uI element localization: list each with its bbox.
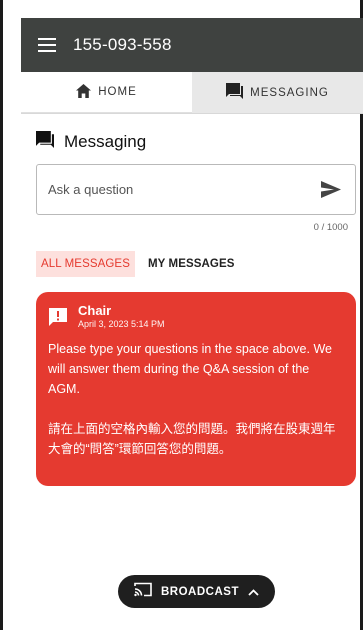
home-icon <box>76 83 92 101</box>
tab-home[interactable]: HOME <box>21 72 192 113</box>
question-input[interactable] <box>48 182 319 197</box>
app-bar: 155-093-558 <box>21 18 363 72</box>
char-counter: 0 / 1000 <box>313 222 348 233</box>
event-id-title: 155-093-558 <box>73 35 172 54</box>
chat-icon <box>226 83 244 102</box>
chat-icon <box>36 131 54 153</box>
page-title: Messaging <box>64 132 147 151</box>
message-text-english: Please type your questions in the space … <box>48 342 332 396</box>
question-field <box>36 164 356 215</box>
announcement-icon <box>48 307 68 327</box>
message-body: Please type your questions in the space … <box>48 339 342 459</box>
message-timestamp: April 3, 2023 5:14 PM <box>78 319 165 329</box>
messaging-heading: Messaging <box>36 131 146 153</box>
tab-home-label: HOME <box>98 86 137 98</box>
message-meta: Chair April 3, 2023 5:14 PM <box>78 304 165 331</box>
hamburger-menu-icon[interactable] <box>21 18 73 72</box>
message-author: Chair <box>78 303 112 318</box>
app-frame: 155-093-558 HOME MESSAGING Messaging 0 /… <box>0 0 363 630</box>
tab-messaging[interactable]: MESSAGING <box>192 72 363 113</box>
message-text-chinese: 請在上面的空格內輸入您的問題。我們將在股東週年大會的“問答”環節回答您的問題。 <box>48 422 336 456</box>
send-icon[interactable] <box>319 178 343 202</box>
message-card: Chair April 3, 2023 5:14 PM Please type … <box>36 292 356 486</box>
broadcast-label: BROADCAST <box>161 585 239 598</box>
message-header: Chair April 3, 2023 5:14 PM <box>48 304 342 331</box>
filter-my-messages[interactable]: MY MESSAGES <box>143 251 240 277</box>
cast-icon <box>134 582 152 602</box>
filter-all-messages[interactable]: ALL MESSAGES <box>36 251 135 277</box>
message-filters: ALL MESSAGES MY MESSAGES <box>36 251 240 277</box>
broadcast-button[interactable]: BROADCAST <box>118 575 275 608</box>
tab-messaging-label: MESSAGING <box>250 86 329 99</box>
main-tabs: HOME MESSAGING <box>21 72 363 114</box>
chevron-up-icon <box>248 583 259 601</box>
